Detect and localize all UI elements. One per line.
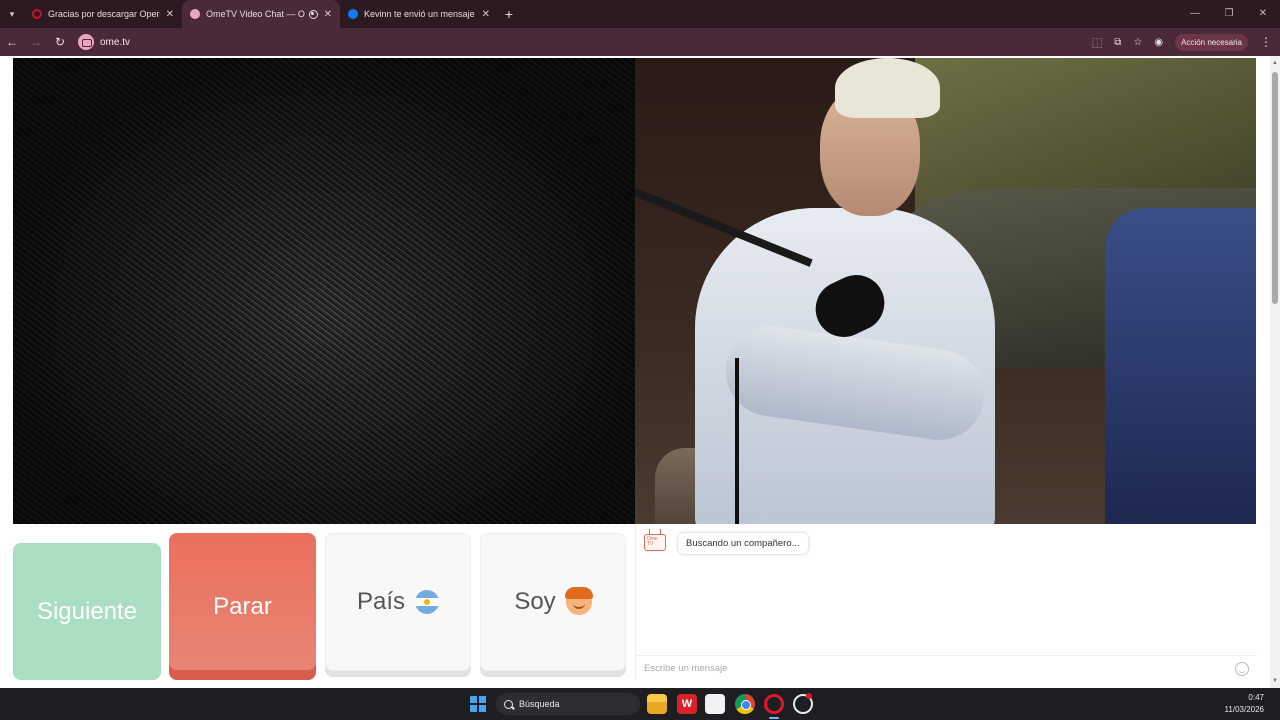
page-scrollbar[interactable]: ▲ ▼ — [1270, 56, 1280, 688]
action-required-button[interactable]: Acción necesaria — [1175, 33, 1248, 51]
local-video-static — [13, 58, 635, 524]
address-toolbar: ← → ↻ ome.tv ⿰ ⧉ ☆ ◉ Acción necesaria ⋮ — [0, 28, 1280, 56]
taskbar-search-label: Búsqueda — [519, 699, 560, 709]
video-person-cap — [835, 58, 940, 118]
maximize-icon[interactable]: ❐ — [1212, 0, 1246, 28]
remote-video — [635, 58, 1256, 524]
tab-title: OmeTV Video Chat — Ome — [206, 9, 305, 19]
close-tab-icon[interactable]: ✕ — [166, 9, 174, 20]
tab-strip: ▾ Gracias por descargar Opera ✕ OmeTV Vi… — [0, 0, 1280, 28]
minimize-icon[interactable]: — — [1178, 0, 1212, 28]
tab-opera-download[interactable]: Gracias por descargar Opera ✕ — [24, 0, 182, 28]
close-window-icon[interactable]: ✕ — [1246, 0, 1280, 28]
menu-kebab-icon[interactable]: ⋮ — [1260, 35, 1272, 49]
new-tab-plus-icon[interactable]: + — [498, 6, 520, 22]
chat-status-message: Buscando un compañero... — [678, 533, 808, 554]
gender-button[interactable]: Soy — [480, 533, 626, 671]
notification-dot-icon — [806, 693, 812, 699]
clock-date: 11/03/2026 — [1224, 705, 1264, 714]
chrome-icon[interactable] — [735, 694, 755, 714]
country-button[interactable]: País — [325, 533, 471, 671]
profile-icon[interactable]: ◉ — [1154, 37, 1163, 48]
window-controls: — ❐ ✕ — [1178, 0, 1280, 28]
ometv-favicon-icon — [190, 9, 200, 19]
bookmark-star-icon[interactable]: ☆ — [1133, 37, 1142, 48]
chat-input-placeholder: Escribe un mensaje — [644, 662, 728, 674]
scroll-down-icon[interactable]: ▼ — [1272, 678, 1278, 684]
opera-favicon-icon — [32, 9, 42, 19]
address-bar[interactable]: ome.tv — [78, 34, 130, 50]
back-arrow-icon[interactable]: ← — [0, 35, 24, 49]
wps-office-icon[interactable]: W — [677, 694, 697, 714]
tab-title: Gracias por descargar Opera — [48, 9, 160, 19]
scrollbar-thumb[interactable] — [1272, 72, 1278, 304]
argentina-flag-icon — [415, 590, 440, 614]
video-mic-cable — [735, 358, 739, 524]
site-camera-icon[interactable] — [78, 34, 94, 50]
tab-ometv[interactable]: OmeTV Video Chat — Ome ✕ — [182, 0, 340, 28]
cast-icon[interactable]: ⧉ — [1114, 37, 1121, 48]
scroll-up-icon[interactable]: ▲ — [1272, 60, 1278, 66]
toolbar-right: ⿰ ⧉ ☆ ◉ Acción necesaria ⋮ — [1092, 28, 1272, 56]
stop-button-label: Parar — [213, 592, 272, 620]
reload-icon[interactable]: ↻ — [48, 35, 72, 49]
tab-title: Kevinn te envió un mensaje — [364, 9, 475, 19]
store-icon[interactable] — [705, 694, 725, 714]
gender-button-label: Soy — [514, 588, 556, 615]
clock-time: 0:47 — [1248, 693, 1264, 702]
chat-message-input[interactable]: Escribe un mensaje — [636, 655, 1257, 680]
next-button[interactable]: Siguiente — [13, 543, 161, 680]
ometv-logo-icon: Ome TV — [644, 534, 666, 551]
forward-arrow-icon[interactable]: → — [24, 35, 48, 49]
facebook-favicon-icon — [348, 9, 358, 19]
video-background-person — [1105, 208, 1256, 524]
taskbar-search-box[interactable]: Búsqueda — [496, 693, 640, 715]
next-button-label: Siguiente — [36, 597, 138, 625]
ometv-logo-text: Ome TV — [647, 536, 658, 547]
country-button-label: País — [356, 588, 406, 615]
tab-facebook-message[interactable]: Kevinn te envió un mensaje ✕ — [340, 0, 498, 28]
tab-search-chevron-icon[interactable]: ▾ — [0, 0, 24, 28]
boy-avatar-icon — [564, 587, 593, 615]
file-explorer-icon[interactable] — [647, 694, 667, 714]
taskbar-clock[interactable]: 0:47 11/03/2026 — [1225, 692, 1264, 716]
stop-button[interactable]: Parar — [169, 533, 316, 680]
opera-icon[interactable] — [764, 694, 784, 714]
url-text[interactable]: ome.tv — [100, 37, 130, 48]
chat-panel: Ome TV Buscando un compañero... Escribe … — [635, 524, 1257, 680]
active-app-indicator — [769, 717, 779, 719]
windows-taskbar: Búsqueda W 0:47 11/03/2026 — [0, 688, 1280, 720]
emoji-smiley-icon[interactable] — [1235, 662, 1249, 676]
windows-start-icon[interactable] — [470, 696, 486, 712]
recording-indicator-icon — [308, 9, 318, 19]
close-tab-icon[interactable]: ✕ — [324, 9, 332, 20]
search-icon — [504, 699, 513, 709]
close-tab-icon[interactable]: ✕ — [482, 9, 490, 20]
translate-icon[interactable]: ⿰ — [1092, 35, 1102, 50]
